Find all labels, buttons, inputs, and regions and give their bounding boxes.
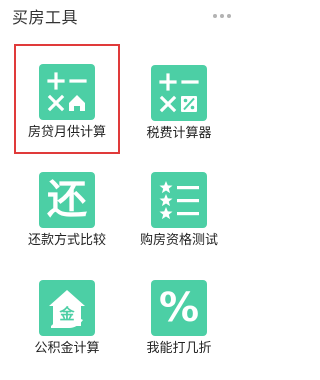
tool-mortgage-calculator[interactable]: 房贷月供计算 [14,44,120,154]
tool-housing-fund-calculator[interactable]: 金 公积金计算 [16,262,118,366]
star-checklist-icon [151,172,207,228]
page-title: 买房工具 [12,8,79,27]
tool-repayment-comparison[interactable]: 还 还款方式比较 [16,154,118,258]
house-fund-icon: 金 [39,280,95,336]
tool-discount-calculator[interactable]: % 我能打几折 [129,262,229,366]
tool-label: 还款方式比较 [27,233,106,248]
percent-glyph: % [158,285,200,331]
more-dot [213,14,217,18]
tool-label: 我能打几折 [146,341,212,356]
header: 买房工具 [0,0,241,38]
huan-glyph: 还 [47,177,87,223]
tool-tax-calculator[interactable]: 税费计算器 [129,47,229,151]
calculator-house-icon [39,64,95,120]
tool-label: 购房资格测试 [139,233,218,248]
tool-eligibility-test[interactable]: 购房资格测试 [126,154,232,258]
huan-character-icon: 还 [39,172,95,228]
fund-glyph: 金 [58,305,75,323]
tool-label: 公积金计算 [34,341,100,356]
percent-icon: % [151,280,207,336]
tool-label: 房贷月供计算 [27,125,106,140]
calculator-percent-icon [151,65,207,121]
more-dots-icon[interactable] [213,14,231,18]
more-dot [227,14,231,18]
tool-label: 税费计算器 [146,126,212,141]
more-dot [220,14,224,18]
